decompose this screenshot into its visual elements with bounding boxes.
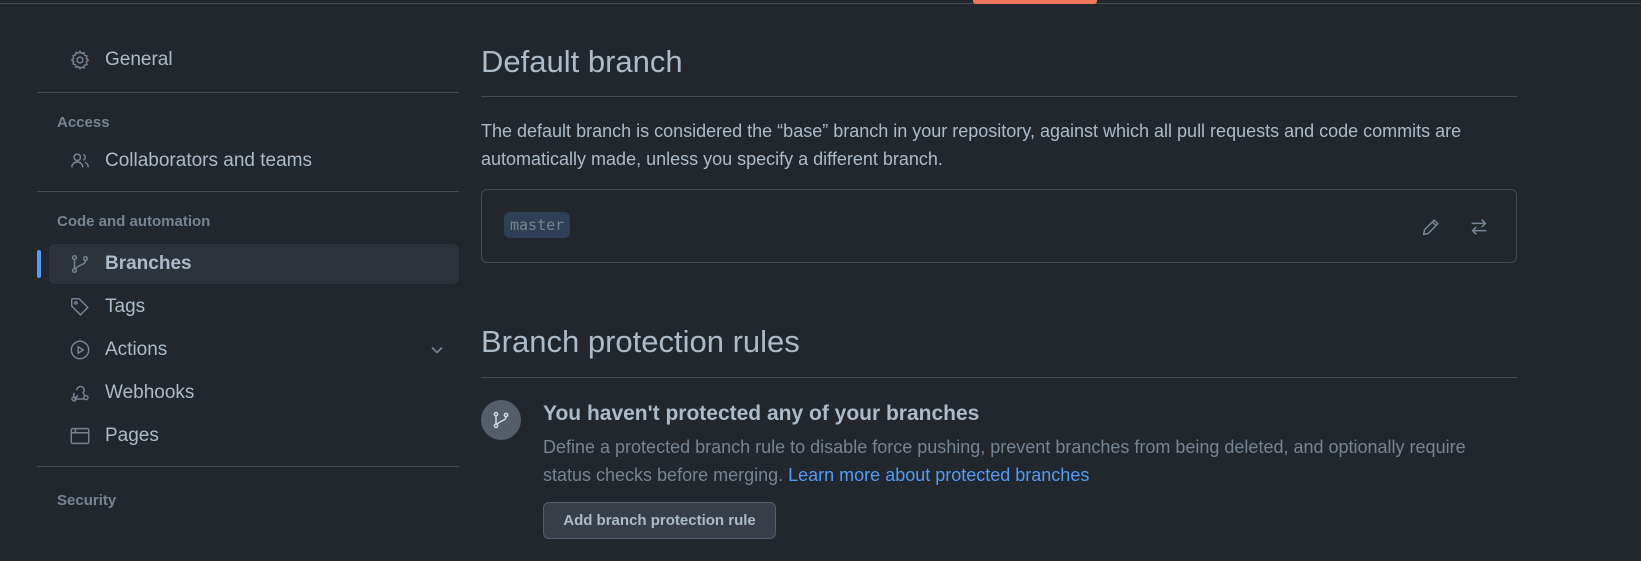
default-branch-title: Default branch <box>481 44 683 79</box>
default-branch-description: The default branch is considered the “ba… <box>481 121 1462 169</box>
sidebar-item-label: Actions <box>105 339 168 360</box>
sidebar-item-pages[interactable]: Pages <box>49 416 459 456</box>
arrow-switch-icon <box>1471 219 1487 235</box>
tag-icon <box>69 296 91 318</box>
top-border <box>0 0 1641 4</box>
active-tab-underline <box>973 0 1097 4</box>
sidebar-item-label: Collaborators and teams <box>105 150 312 171</box>
sidebar-item-branches[interactable]: Branches <box>37 244 459 284</box>
branch-protection-divider <box>481 377 1517 378</box>
rename-branch-button[interactable] <box>1418 214 1444 240</box>
sidebar-item-label: Webhooks <box>105 382 195 403</box>
webhook-icon <box>69 382 91 404</box>
browser-icon <box>69 425 91 447</box>
sidebar-item-general[interactable]: General <box>49 40 459 80</box>
empty-state-icon <box>481 400 521 440</box>
section-title-code-automation: Code and automation <box>57 213 211 230</box>
play-icon <box>69 339 91 361</box>
sidebar-item-label: Tags <box>105 296 146 317</box>
sidebar-item-label: Pages <box>105 425 159 446</box>
branch-protection-title: Branch protection rules <box>481 324 800 359</box>
section-title-security: Security <box>57 492 117 509</box>
sidebar-item-collaborators[interactable]: Collaborators and teams <box>49 141 459 181</box>
default-branch-divider <box>481 96 1517 97</box>
git-branch-icon <box>69 253 91 275</box>
sidebar-item-actions[interactable]: Actions <box>49 330 459 370</box>
sidebar-item-label: General <box>105 49 173 70</box>
sidebar-item-tags[interactable]: Tags <box>49 287 459 327</box>
active-indicator <box>37 250 41 278</box>
empty-state-title: You haven't protected any of your branch… <box>543 402 980 425</box>
empty-state-description: Define a protected branch rule to disabl… <box>543 433 1517 489</box>
switch-default-branch-button[interactable] <box>1466 214 1492 240</box>
add-branch-protection-rule-button[interactable]: Add branch protection rule <box>543 502 776 539</box>
settings-sidebar: General Access Collaborators and teams C… <box>37 40 459 511</box>
sidebar-item-webhooks[interactable]: Webhooks <box>49 373 459 413</box>
branch-name: master <box>504 212 571 238</box>
default-branch-box: master <box>481 189 1517 263</box>
learn-more-link[interactable]: Learn more about protected branches <box>788 465 1089 485</box>
people-icon <box>69 150 91 172</box>
gear-icon <box>69 49 91 71</box>
sidebar-item-label: Branches <box>105 253 192 274</box>
pencil-icon <box>1422 219 1439 236</box>
chevron-down-icon[interactable] <box>427 340 447 360</box>
section-title-access: Access <box>57 114 110 131</box>
git-branch-icon <box>493 411 509 429</box>
